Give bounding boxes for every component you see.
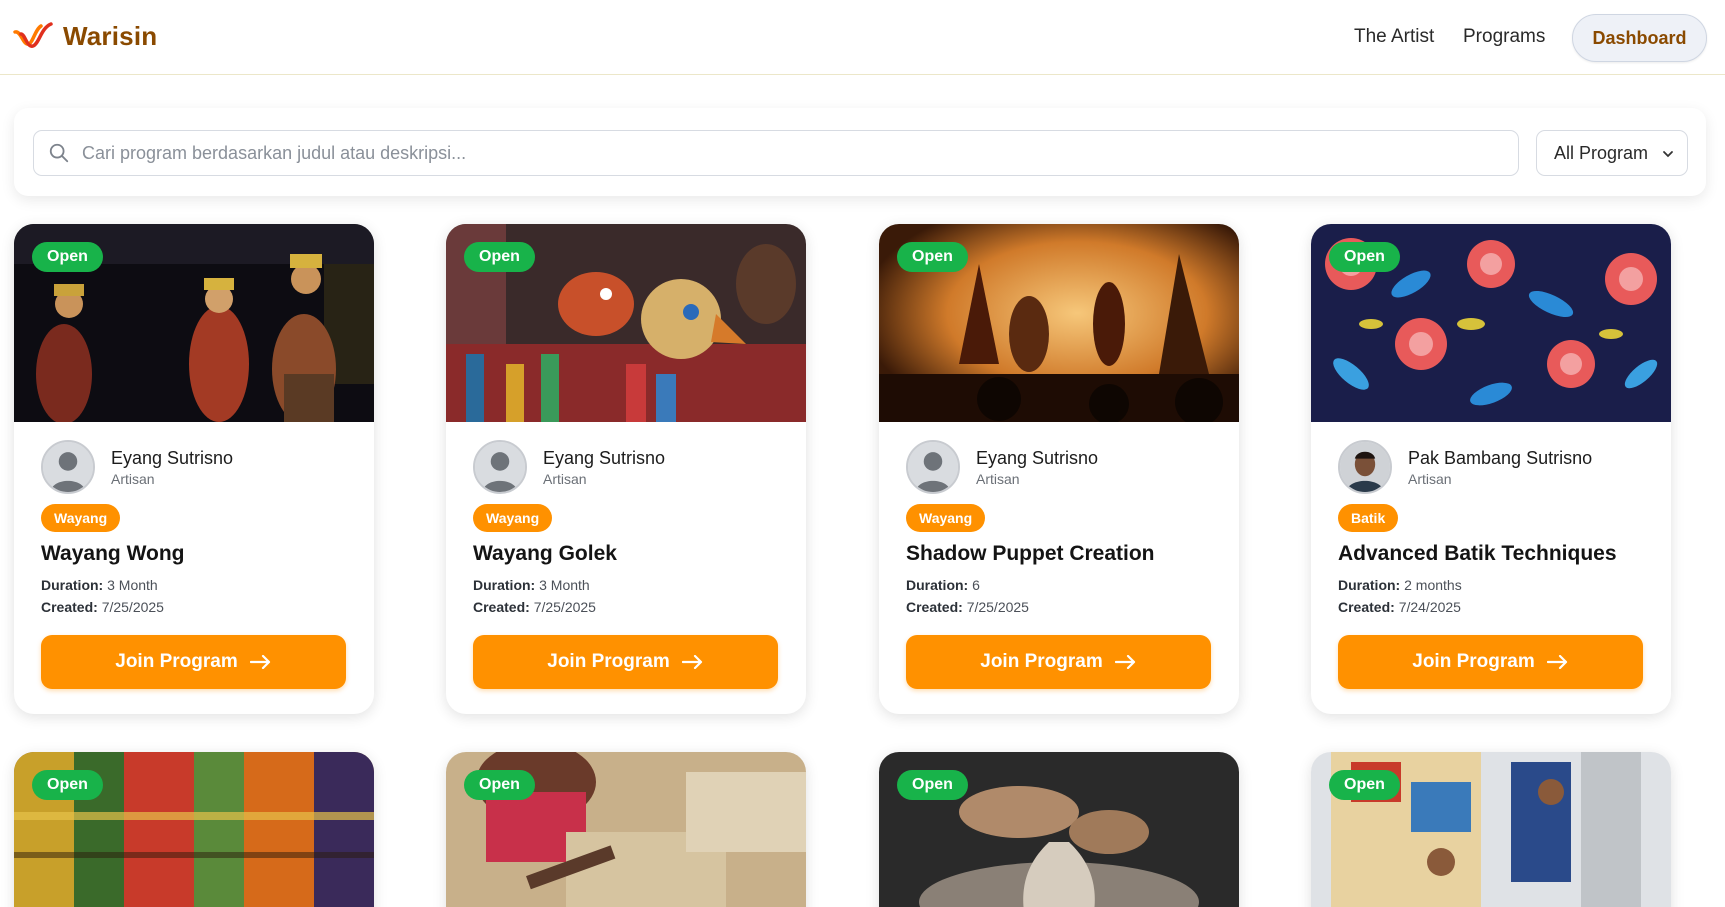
avatar bbox=[1338, 440, 1392, 494]
arrow-right-icon bbox=[681, 655, 702, 669]
artist-role: Artisan bbox=[543, 470, 587, 487]
program-card[interactable]: Open bbox=[446, 752, 806, 907]
category-badge: Wayang bbox=[41, 504, 121, 532]
program-image-wayang-wong: Open bbox=[14, 224, 374, 422]
status-badge-open: Open bbox=[1329, 242, 1400, 272]
artist-role: Artisan bbox=[1408, 470, 1452, 487]
program-card[interactable]: Open bbox=[879, 752, 1239, 907]
program-duration: Duration: 2 months bbox=[1338, 577, 1462, 593]
program-duration: Duration: 6 bbox=[906, 577, 980, 593]
artist-name: Eyang Sutrisno bbox=[543, 447, 666, 468]
program-duration: Duration: 3 Month bbox=[473, 577, 590, 593]
status-badge-open: Open bbox=[32, 770, 103, 800]
program-created: Created: 7/25/2025 bbox=[906, 599, 1029, 615]
artist-info: Eyang Sutrisno Artisan bbox=[906, 440, 1098, 494]
artist-role: Artisan bbox=[976, 470, 1020, 487]
warisin-logo-icon bbox=[13, 22, 53, 48]
status-badge-open: Open bbox=[897, 770, 968, 800]
program-title: Wayang Wong bbox=[41, 542, 185, 565]
category-badge: Batik bbox=[1338, 504, 1399, 532]
artist-info: Eyang Sutrisno Artisan bbox=[473, 440, 665, 494]
search-box[interactable] bbox=[33, 130, 1519, 176]
program-card: Open Eyang Sutrisno Artisan Wayang Wayan… bbox=[446, 224, 806, 714]
program-image-mural-artists: Open bbox=[1311, 752, 1671, 907]
program-card[interactable]: Open bbox=[1311, 752, 1671, 907]
join-program-button[interactable]: Join Program bbox=[906, 635, 1211, 689]
status-badge-open: Open bbox=[32, 242, 103, 272]
program-card: Open Pak Bambang Sutrisno Artisan Batik … bbox=[1311, 224, 1671, 714]
program-created: Created: 7/25/2025 bbox=[473, 599, 596, 615]
join-program-button[interactable]: Join Program bbox=[41, 635, 346, 689]
nav-the-artist[interactable]: The Artist bbox=[1354, 26, 1434, 48]
default-avatar-icon bbox=[43, 442, 93, 492]
brand-logo-link[interactable]: Warisin bbox=[13, 20, 157, 52]
artist-info: Pak Bambang Sutrisno Artisan bbox=[1338, 440, 1592, 494]
dashboard-button[interactable]: Dashboard bbox=[1572, 14, 1707, 62]
arrow-right-icon bbox=[1546, 655, 1567, 669]
program-image-wood-carving: Open bbox=[446, 752, 806, 907]
program-filter-value: All Program bbox=[1554, 142, 1649, 163]
top-navbar: Warisin The Artist Programs Dashboard bbox=[0, 0, 1725, 75]
program-created: Created: 7/25/2025 bbox=[41, 599, 164, 615]
status-badge-open: Open bbox=[464, 770, 535, 800]
program-card: Open Eyang Sutrisno Artisan Wayang Wayan… bbox=[14, 224, 374, 714]
status-badge-open: Open bbox=[1329, 770, 1400, 800]
artist-photo-icon bbox=[1340, 442, 1390, 492]
artist-name: Eyang Sutrisno bbox=[111, 447, 234, 468]
program-image-woven-textiles: Open bbox=[14, 752, 374, 907]
program-filter-select[interactable]: All Program bbox=[1536, 130, 1688, 176]
chevron-down-icon bbox=[1663, 151, 1673, 158]
artist-info: Eyang Sutrisno Artisan bbox=[41, 440, 233, 494]
arrow-right-icon bbox=[1114, 655, 1135, 669]
search-input[interactable] bbox=[82, 142, 1482, 164]
program-image-batik: Open bbox=[1311, 224, 1671, 422]
category-badge: Wayang bbox=[473, 504, 553, 532]
program-image-pottery: Open bbox=[879, 752, 1239, 907]
program-image-shadow-puppet: Open bbox=[879, 224, 1239, 422]
category-badge: Wayang bbox=[906, 504, 986, 532]
status-badge-open: Open bbox=[464, 242, 535, 272]
status-badge-open: Open bbox=[897, 242, 968, 272]
brand-name: Warisin bbox=[63, 20, 158, 51]
program-image-wayang-golek: Open bbox=[446, 224, 806, 422]
arrow-right-icon bbox=[249, 655, 270, 669]
artist-name: Eyang Sutrisno bbox=[976, 447, 1099, 468]
program-title: Shadow Puppet Creation bbox=[906, 542, 1155, 565]
artist-role: Artisan bbox=[111, 470, 155, 487]
default-avatar-icon bbox=[908, 442, 958, 492]
avatar bbox=[473, 440, 527, 494]
nav-programs[interactable]: Programs bbox=[1463, 26, 1545, 48]
search-icon bbox=[49, 143, 69, 163]
search-panel: All Program bbox=[14, 108, 1706, 196]
program-duration: Duration: 3 Month bbox=[41, 577, 158, 593]
program-title: Wayang Golek bbox=[473, 542, 617, 565]
program-title: Advanced Batik Techniques bbox=[1338, 542, 1617, 565]
artist-name: Pak Bambang Sutrisno bbox=[1408, 447, 1593, 468]
default-avatar-icon bbox=[475, 442, 525, 492]
join-program-button[interactable]: Join Program bbox=[1338, 635, 1643, 689]
program-created: Created: 7/24/2025 bbox=[1338, 599, 1461, 615]
join-program-button[interactable]: Join Program bbox=[473, 635, 778, 689]
avatar bbox=[41, 440, 95, 494]
program-card: Open Eyang Sutrisno Artisan Wayang Shado… bbox=[879, 224, 1239, 714]
program-card[interactable]: Open bbox=[14, 752, 374, 907]
avatar bbox=[906, 440, 960, 494]
